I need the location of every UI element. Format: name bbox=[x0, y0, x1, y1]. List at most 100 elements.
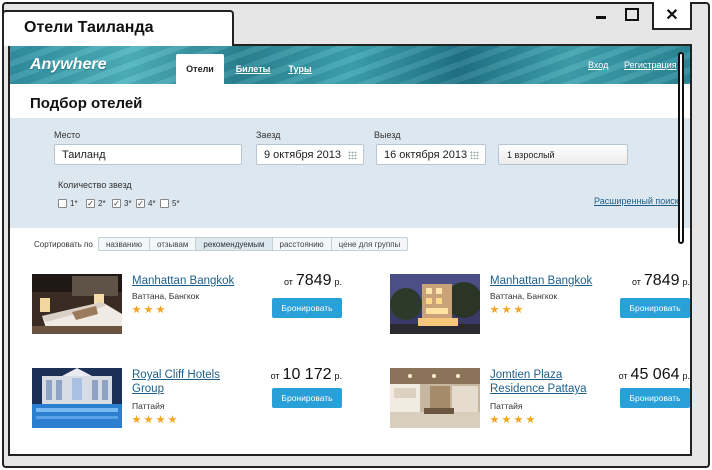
sort-by-group-price[interactable]: цене для группы bbox=[332, 238, 408, 250]
site-logo[interactable]: Anywhere bbox=[30, 56, 106, 74]
star-filter-3[interactable]: ✓ 3* bbox=[112, 199, 132, 208]
sort-by-name[interactable]: названию bbox=[99, 238, 150, 250]
hotel-location: Ваттана, Бангкок bbox=[490, 291, 558, 301]
hotel-card: Manhattan Bangkok Ваттана, Бангкок от 78… bbox=[390, 272, 690, 349]
hotel-location: Ваттана, Бангкок bbox=[132, 291, 200, 301]
checkbox-checked[interactable]: ✓ bbox=[86, 199, 95, 208]
hotel-rating bbox=[490, 415, 535, 424]
star-filter-label: 3* bbox=[124, 199, 132, 208]
star-icon bbox=[132, 415, 141, 424]
hotel-photo[interactable] bbox=[32, 368, 122, 428]
checkbox[interactable] bbox=[160, 199, 169, 208]
window-title: Отели Таиланда bbox=[24, 19, 154, 36]
hotel-rating bbox=[490, 305, 523, 314]
hotel-name-link[interactable]: Jomtien Plaza Residence Pattaya bbox=[490, 368, 605, 396]
star-filter-label: 1* bbox=[70, 199, 78, 208]
hotel-photo[interactable] bbox=[32, 274, 122, 334]
checkin-label: Заезд bbox=[256, 130, 281, 140]
book-button[interactable]: Бронировать bbox=[272, 298, 342, 318]
checkbox-checked[interactable]: ✓ bbox=[136, 199, 145, 208]
tab-hotels[interactable]: Отели bbox=[176, 54, 224, 84]
place-value: Таиланд bbox=[62, 148, 106, 161]
hotel-price: от 7849 р. bbox=[632, 272, 690, 290]
register-link[interactable]: Регистрация bbox=[624, 60, 677, 70]
checkin-value: 9 октября 2013 bbox=[264, 148, 341, 161]
checkin-date-input[interactable]: 9 октября 2013 bbox=[256, 144, 364, 165]
hotel-name-link[interactable]: Royal Cliff Hotels Group bbox=[132, 368, 247, 396]
star-icon bbox=[502, 305, 511, 314]
star-icon bbox=[156, 305, 165, 314]
price-prefix: от bbox=[283, 277, 293, 287]
advanced-search-link[interactable]: Расширенный поиск bbox=[594, 196, 679, 206]
guests-select[interactable]: 1 взрослый bbox=[498, 144, 628, 165]
sort-by-distance[interactable]: расстоянию bbox=[273, 238, 332, 250]
place-label: Место bbox=[54, 130, 81, 140]
hotel-photo[interactable] bbox=[390, 274, 480, 334]
price-currency: р. bbox=[682, 371, 690, 381]
minimize-icon[interactable] bbox=[594, 2, 608, 26]
star-icon bbox=[502, 415, 511, 424]
price-prefix: от bbox=[631, 277, 641, 287]
price-prefix: от bbox=[270, 371, 280, 381]
star-icon bbox=[490, 415, 499, 424]
checkout-label: Выезд bbox=[374, 130, 401, 140]
hotel-location: Паттайя bbox=[490, 401, 523, 411]
page-viewport: Anywhere Отели Билеты Туры Вход Регистра… bbox=[8, 44, 692, 456]
star-filter-4[interactable]: ✓ 4* bbox=[136, 199, 156, 208]
star-filter-label: 5* bbox=[172, 199, 180, 208]
checkbox-checked[interactable]: ✓ bbox=[112, 199, 121, 208]
hotel-price: от 10 172 р. bbox=[271, 366, 342, 384]
book-button[interactable]: Бронировать bbox=[620, 298, 690, 318]
tab-tours[interactable]: Туры bbox=[284, 54, 316, 84]
hotel-price: от 7849 р. bbox=[284, 272, 342, 290]
book-button[interactable]: Бронировать bbox=[272, 388, 342, 408]
calendar-icon[interactable] bbox=[348, 151, 357, 159]
hotel-location: Паттайя bbox=[132, 401, 165, 411]
star-icon bbox=[514, 415, 523, 424]
hotel-price: от 45 064 р. bbox=[619, 366, 690, 384]
header-banner: Anywhere Отели Билеты Туры Вход Регистра… bbox=[10, 46, 690, 84]
star-icon bbox=[144, 415, 153, 424]
star-filter-label: 2* bbox=[98, 199, 106, 208]
star-icon bbox=[144, 305, 153, 314]
hotel-name-link[interactable]: Manhattan Bangkok bbox=[490, 274, 605, 288]
hotel-name-link[interactable]: Manhattan Bangkok bbox=[132, 274, 247, 288]
login-link[interactable]: Вход bbox=[588, 60, 608, 70]
star-filter-1[interactable]: 1* bbox=[58, 199, 78, 208]
price-amount: 7849 bbox=[643, 272, 680, 289]
checkout-date-input[interactable]: 16 октября 2013 bbox=[376, 144, 486, 165]
price-currency: р. bbox=[334, 277, 342, 287]
sort-options: названию отзывам рекомендуемым расстояни… bbox=[98, 237, 409, 251]
checkbox[interactable] bbox=[58, 199, 67, 208]
hotel-card: Royal Cliff Hotels Group Паттайя от 10 1… bbox=[32, 366, 342, 443]
price-amount: 7849 bbox=[295, 272, 332, 289]
star-icon bbox=[132, 305, 141, 314]
place-input[interactable]: Таиланд bbox=[54, 144, 242, 165]
hotel-card: Jomtien Plaza Residence Pattaya Паттайя … bbox=[390, 366, 690, 443]
sort-label: Сортировать по bbox=[34, 240, 93, 249]
calendar-icon[interactable] bbox=[470, 151, 479, 159]
window-title-tab: Отели Таиланда bbox=[2, 10, 234, 46]
checkout-value: 16 октября 2013 bbox=[384, 148, 468, 161]
stars-label: Количество звезд bbox=[58, 180, 132, 190]
maximize-icon[interactable] bbox=[624, 2, 640, 26]
price-prefix: от bbox=[618, 371, 628, 381]
star-icon bbox=[514, 305, 523, 314]
star-icon bbox=[156, 415, 165, 424]
hotel-photo[interactable] bbox=[390, 368, 480, 428]
star-filter-2[interactable]: ✓ 2* bbox=[86, 199, 106, 208]
book-button[interactable]: Бронировать bbox=[620, 388, 690, 408]
vertical-scrollbar[interactable] bbox=[678, 52, 684, 244]
sort-by-recommended[interactable]: рекомендуемым bbox=[196, 238, 273, 250]
star-filter-label: 4* bbox=[148, 199, 156, 208]
star-icon bbox=[490, 305, 499, 314]
sort-by-reviews[interactable]: отзывам bbox=[150, 238, 197, 250]
star-icon bbox=[526, 415, 535, 424]
star-filter-5[interactable]: 5* bbox=[160, 199, 180, 208]
price-currency: р. bbox=[682, 277, 690, 287]
close-icon[interactable]: ✕ bbox=[652, 2, 692, 30]
search-filter-panel bbox=[10, 118, 690, 228]
tab-tickets[interactable]: Билеты bbox=[234, 54, 272, 84]
guests-value: 1 взрослый bbox=[507, 149, 555, 160]
price-amount: 45 064 bbox=[630, 366, 680, 383]
